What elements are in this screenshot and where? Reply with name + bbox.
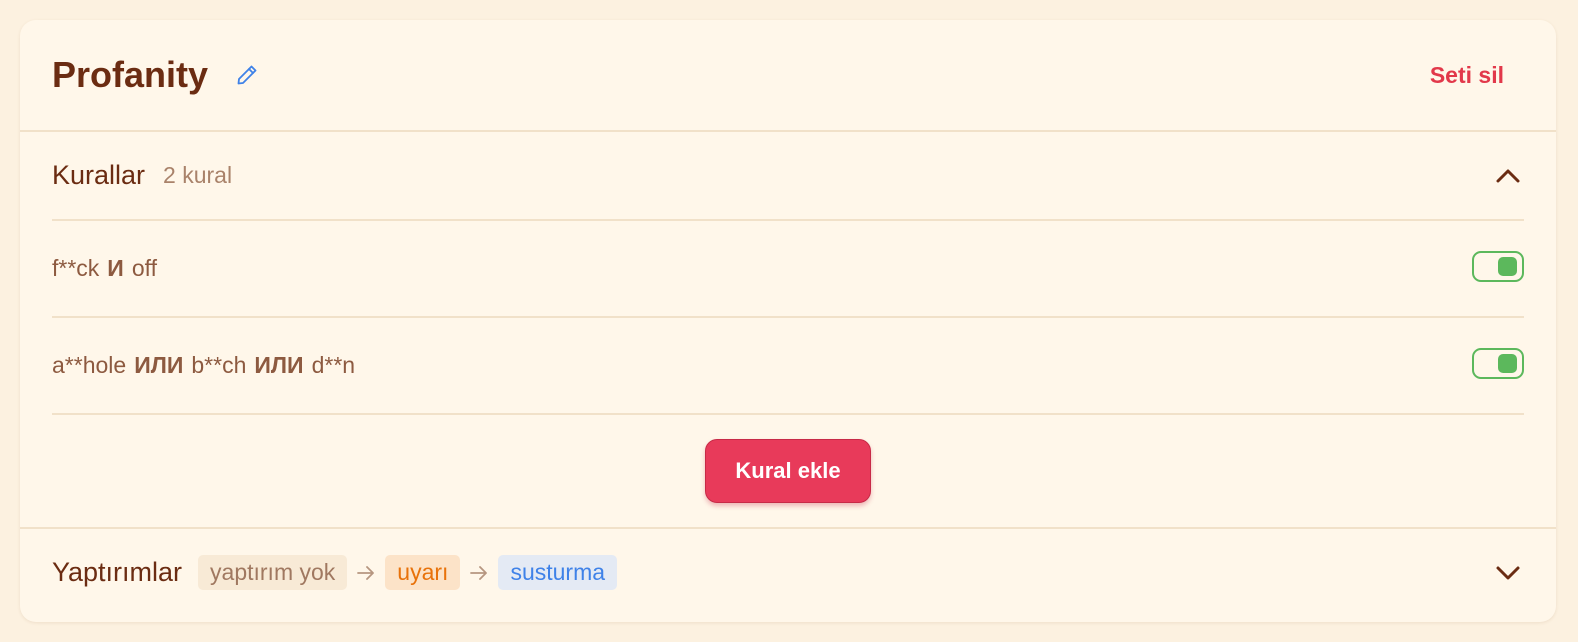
add-rule-button[interactable]: Kural ekle	[705, 439, 871, 503]
rule-operator: ИЛИ	[134, 352, 184, 378]
sanction-step-none: yaptırım yok	[198, 555, 348, 590]
rules-section: Kurallar 2 kural f**ck Иoff a**hole ИЛИ b**c…	[20, 132, 1556, 529]
rule-operator: И	[107, 255, 124, 281]
rule-enabled-toggle[interactable]	[1472, 251, 1524, 282]
add-rule-area: Kural ekle	[52, 415, 1524, 527]
rules-title-group: Kurallar 2 kural	[52, 160, 232, 191]
sanctions-section[interactable]: Yaptırımlar yaptırım yok uyarı susturma	[20, 529, 1556, 616]
rules-title: Kurallar	[52, 160, 146, 190]
rule-row[interactable]: a**hole ИЛИ b**ch ИЛИ d**n	[52, 318, 1524, 415]
rules-count: 2 kural	[163, 162, 233, 188]
toggle-knob	[1498, 257, 1517, 276]
toggle-knob	[1498, 354, 1517, 373]
rule-row[interactable]: f**ck Иoff	[52, 221, 1524, 318]
sanction-step-warning: uyarı	[385, 555, 461, 590]
set-title: Profanity	[52, 54, 209, 95]
arrow-right-icon	[347, 565, 385, 580]
rule-expression: f**ck Иoff	[52, 255, 157, 282]
chevron-down-icon[interactable]	[1494, 559, 1522, 587]
card-header: Profanity Seti sil	[20, 20, 1556, 132]
rule-term: a**hole	[52, 352, 127, 378]
chevron-up-icon[interactable]	[1494, 162, 1522, 190]
rule-term: f**ck	[52, 255, 100, 281]
sanction-step-mute: susturma	[498, 555, 618, 590]
delete-set-button[interactable]: Seti sil	[1430, 62, 1504, 89]
title-group: Profanity	[52, 54, 260, 96]
rule-expression: a**hole ИЛИ b**ch ИЛИ d**n	[52, 352, 355, 379]
rule-term: b**ch	[191, 352, 247, 378]
rule-term: off	[131, 255, 157, 281]
rules-header[interactable]: Kurallar 2 kural	[52, 132, 1524, 221]
arrow-right-icon	[460, 565, 498, 580]
rule-term: d**n	[311, 352, 356, 378]
sanctions-title-group: Yaptırımlar yaptırım yok uyarı susturma	[52, 555, 618, 590]
pencil-icon[interactable]	[234, 62, 260, 88]
rule-operator: ИЛИ	[254, 352, 304, 378]
sanctions-title: Yaptırımlar	[52, 557, 183, 587]
rule-enabled-toggle[interactable]	[1472, 348, 1524, 379]
rules-list: f**ck Иoff a**hole ИЛИ b**ch ИЛИ d**n	[52, 221, 1524, 415]
rule-set-card: Profanity Seti sil Kurallar 2 kural f**c…	[20, 20, 1556, 622]
